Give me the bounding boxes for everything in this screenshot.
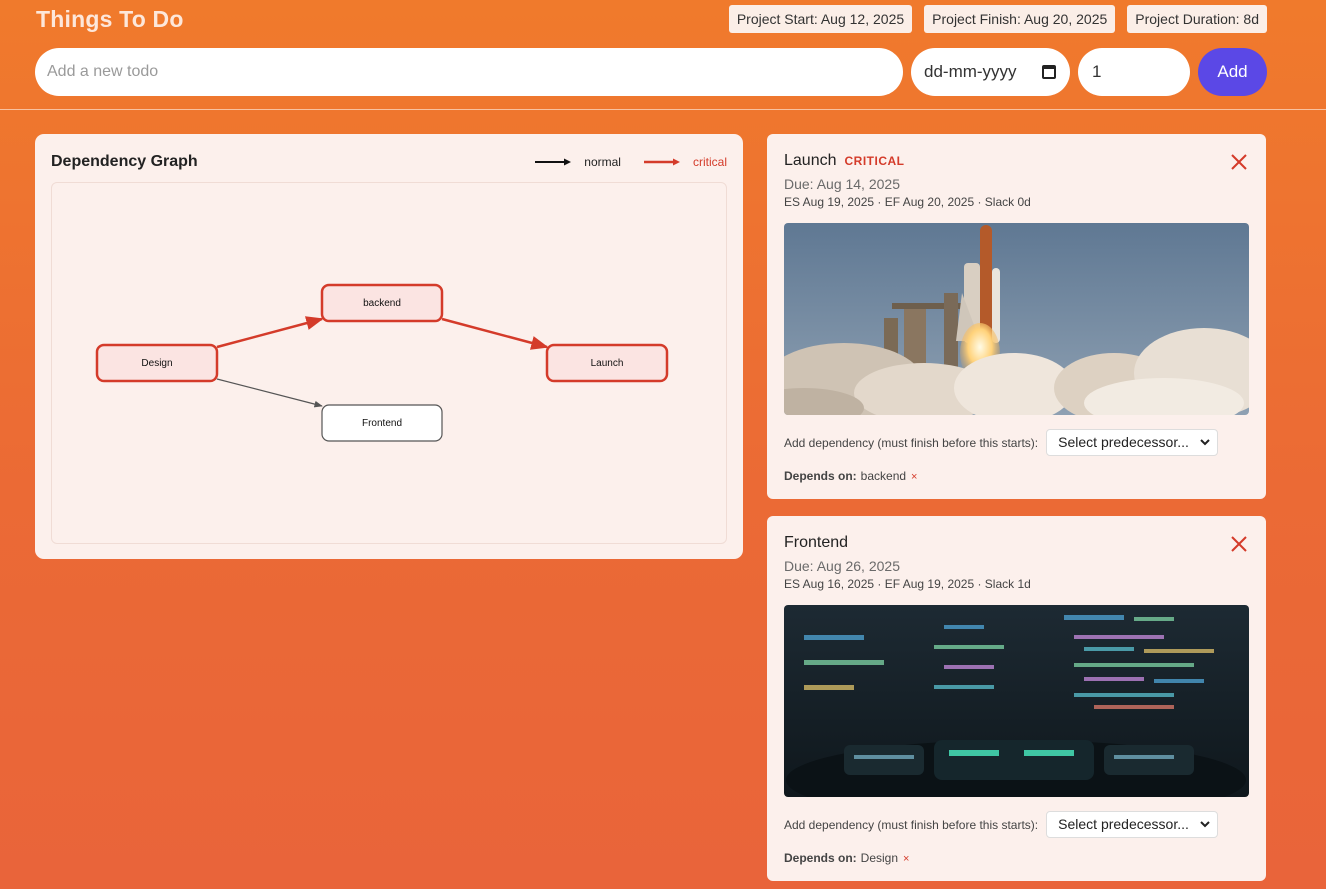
add-dependency-row: Add dependency (must finish before this … <box>784 811 1219 838</box>
graph-legend: normal critical <box>535 155 727 169</box>
due-date: Due: Aug 14, 2025 <box>784 176 900 192</box>
critical-badge: CRITICAL <box>844 154 905 168</box>
task-title: Frontend <box>784 534 848 552</box>
schedule-info: ES Aug 19, 2025 · EF Aug 20, 2025 · Slac… <box>784 195 1031 209</box>
duration-input[interactable]: 1 <box>1078 48 1190 96</box>
edge-design-frontend <box>216 378 323 408</box>
node-backend[interactable]: backend <box>320 283 444 323</box>
normal-arrow-icon <box>535 158 572 166</box>
date-placeholder: dd-mm-yyyy <box>924 62 1017 81</box>
legend-normal-label: normal <box>584 155 621 169</box>
edge-backend-launch <box>441 317 549 350</box>
edge-design-backend <box>216 316 324 349</box>
depends-on-label: Depends on: <box>784 851 857 865</box>
task-name: Launch <box>784 152 837 169</box>
project-start-badge: Project Start: Aug 12, 2025 <box>728 5 913 33</box>
project-stats: Project Start: Aug 12, 2025 Project Fini… <box>728 5 1267 33</box>
due-date-input[interactable]: dd-mm-yyyy <box>911 48 1070 96</box>
project-finish-badge: Project Finish: Aug 20, 2025 <box>924 5 1116 33</box>
dependency-chip: Design <box>860 851 899 865</box>
task-name: Frontend <box>784 534 849 551</box>
add-dependency-label: Add dependency (must finish before this … <box>784 817 1039 832</box>
task-title: Launch CRITICAL <box>784 152 905 170</box>
delete-task-icon[interactable] <box>1230 153 1248 171</box>
todo-input[interactable] <box>35 48 903 96</box>
node-launch[interactable]: Launch <box>545 343 669 383</box>
critical-arrow-icon <box>643 158 680 166</box>
project-duration-badge: Project Duration: 8d <box>1127 5 1267 33</box>
task-card-frontend: Frontend Due: Aug 26, 2025 ES Aug 16, 20… <box>767 516 1266 881</box>
legend-normal: normal <box>535 155 621 169</box>
delete-task-icon[interactable] <box>1230 535 1248 553</box>
svg-text:Launch: Launch <box>591 358 624 369</box>
remove-dependency-icon[interactable]: × <box>911 471 917 483</box>
app-title: Things To Do <box>36 6 184 32</box>
node-frontend[interactable]: Frontend <box>321 404 443 442</box>
task-card-launch: Launch CRITICAL Due: Aug 14, 2025 ES Aug… <box>767 134 1266 499</box>
add-todo-form: dd-mm-yyyy 1 Add <box>35 48 1267 96</box>
add-dependency-row: Add dependency (must finish before this … <box>784 429 1219 456</box>
due-date: Due: Aug 26, 2025 <box>784 558 900 574</box>
graph-canvas: Design backend Frontend Launch <box>51 182 727 544</box>
dependency-chip: backend <box>860 469 907 483</box>
legend-critical-label: critical <box>692 155 727 169</box>
predecessor-select[interactable]: Select predecessor... <box>1046 429 1219 456</box>
svg-text:backend: backend <box>363 298 401 309</box>
svg-text:Design: Design <box>141 358 172 369</box>
svg-text:Frontend: Frontend <box>362 418 402 429</box>
depends-on: Depends on: backend × <box>784 469 917 483</box>
chevron-down-icon <box>1200 439 1210 446</box>
graph-svg: Design backend Frontend Launch <box>95 283 669 442</box>
predecessor-select[interactable]: Select predecessor... <box>1046 811 1219 838</box>
chevron-down-icon <box>1200 821 1210 828</box>
node-design[interactable]: Design <box>95 343 219 383</box>
dependency-graph-card: Dependency Graph normal critical Design … <box>35 134 743 559</box>
remove-dependency-icon[interactable]: × <box>903 853 909 865</box>
depends-on: Depends on: Design × <box>784 851 909 865</box>
depends-on-label: Depends on: <box>784 469 857 483</box>
predecessor-select-value: Select predecessor... <box>1058 816 1189 832</box>
rocket-launch-image <box>784 223 1249 415</box>
calendar-icon[interactable] <box>1042 65 1056 79</box>
graph-title: Dependency Graph <box>51 153 198 170</box>
app-header: Things To Do Project Start: Aug 12, 2025… <box>0 0 1326 110</box>
legend-critical: critical <box>643 155 727 169</box>
predecessor-select-value: Select predecessor... <box>1058 434 1189 450</box>
schedule-info: ES Aug 16, 2025 · EF Aug 19, 2025 · Slac… <box>784 577 1031 591</box>
add-button[interactable]: Add <box>1198 48 1267 96</box>
code-screen-image <box>784 605 1249 797</box>
add-dependency-label: Add dependency (must finish before this … <box>784 435 1039 450</box>
